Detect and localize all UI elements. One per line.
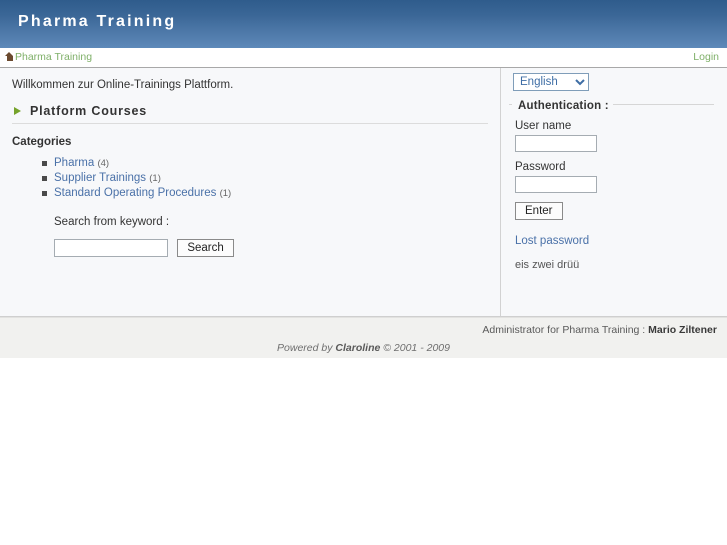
lost-password-link[interactable]: Lost password (515, 235, 589, 247)
list-item: Pharma (4) (41, 156, 231, 171)
site-title: Pharma Training (18, 13, 177, 30)
welcome-text: Willkommen zur Online-Trainings Plattfor… (12, 79, 234, 91)
section-heading-label: Platform Courses (30, 104, 147, 118)
search-label: Search from keyword : (54, 216, 170, 228)
breadcrumb-bar: Pharma Training Login (0, 48, 727, 68)
administrator-name: Mario Ziltener (648, 324, 717, 336)
category-link-standard-operating-procedures[interactable]: Standard Operating Procedures (54, 187, 216, 199)
site-footer: Administrator for Pharma Training : Mari… (0, 317, 727, 358)
course-search-form: Search from keyword : Search (54, 216, 234, 257)
main-content: Willkommen zur Online-Trainings Plattfor… (0, 68, 500, 316)
powered-by-credit: Powered by Claroline © 2001 - 2009 (0, 342, 727, 354)
body-region: Willkommen zur Online-Trainings Plattfor… (0, 68, 727, 317)
categories-label: Categories (12, 136, 72, 148)
claroline-brand: Claroline (335, 342, 381, 354)
username-label: User name (515, 120, 572, 132)
page-blank-area (0, 358, 727, 523)
page-root: Pharma Training Pharma Training Login Wi… (0, 0, 727, 523)
category-link-pharma[interactable]: Pharma (54, 157, 94, 169)
powered-suffix: © 2001 - 2009 (380, 342, 450, 354)
triangle-right-icon (14, 107, 21, 115)
category-list: Pharma (4) Supplier Trainings (1) Standa… (36, 156, 231, 201)
enter-button[interactable]: Enter (515, 202, 563, 220)
authentication-legend: Authentication : (512, 100, 613, 112)
authentication-form: Authentication : User name Password Ente… (509, 98, 714, 220)
section-heading: Platform Courses (12, 104, 488, 124)
authentication-legend-row: Authentication : (509, 98, 714, 112)
language-select[interactable]: English (513, 73, 589, 91)
sidebar-tagline: eis zwei drüü (515, 259, 580, 271)
search-button[interactable]: Search (177, 239, 234, 257)
administrator-info: Administrator for Pharma Training : Mari… (482, 324, 717, 336)
sidebar: English Authentication : User name Passw… (500, 68, 727, 316)
platform-courses-section: Platform Courses (12, 104, 488, 124)
list-item: Standard Operating Procedures (1) (41, 186, 232, 201)
login-link[interactable]: Login (693, 51, 719, 63)
category-link-supplier-trainings[interactable]: Supplier Trainings (54, 172, 146, 184)
list-item: Supplier Trainings (1) (41, 171, 231, 186)
breadcrumb: Pharma Training (5, 51, 92, 63)
username-field[interactable] (515, 135, 597, 152)
category-count: (1) (219, 188, 232, 199)
category-count: (1) (149, 173, 161, 184)
home-icon (5, 52, 14, 61)
powered-prefix: Powered by (277, 342, 336, 354)
administrator-prefix: Administrator for Pharma Training : (482, 324, 649, 336)
search-input[interactable] (54, 239, 168, 257)
breadcrumb-item-home[interactable]: Pharma Training (15, 51, 92, 63)
site-header: Pharma Training (0, 0, 727, 48)
password-field[interactable] (515, 176, 597, 193)
password-label: Password (515, 161, 566, 173)
category-count: (4) (97, 158, 110, 169)
